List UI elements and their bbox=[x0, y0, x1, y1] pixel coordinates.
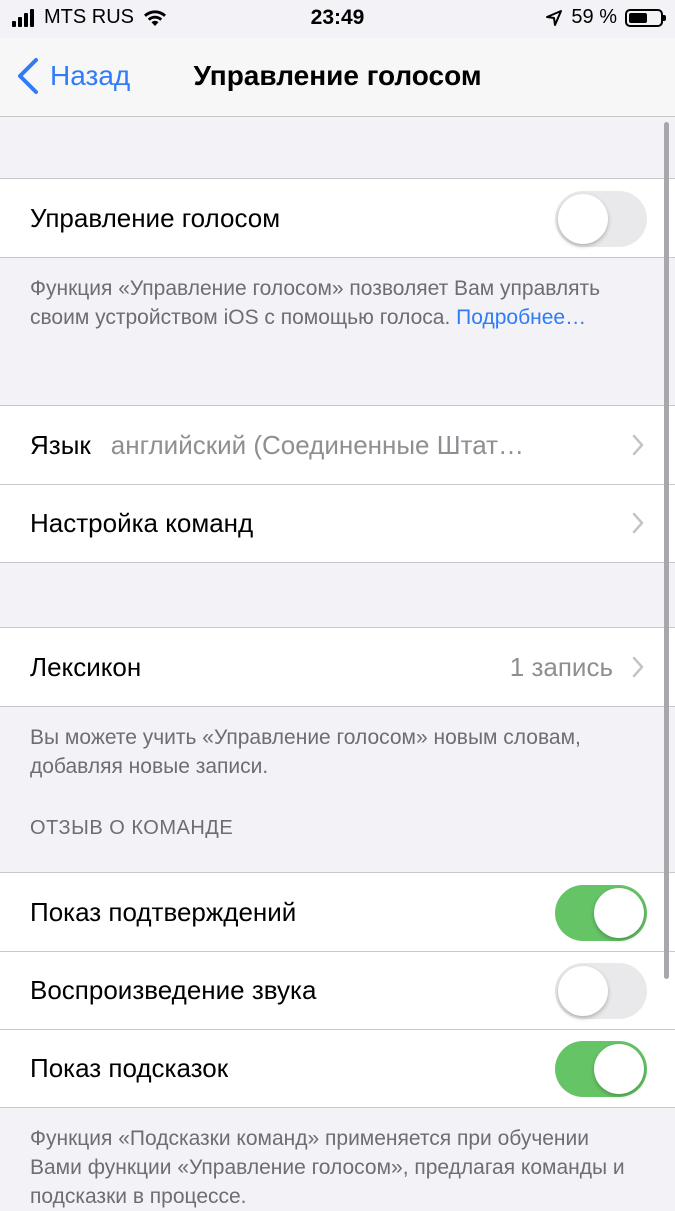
customize-commands-row[interactable]: Настройка команд bbox=[0, 484, 675, 562]
feedback-section-header: ОТЗЫВ О КОМАНДЕ bbox=[30, 817, 234, 839]
language-commands-group: Язык английский (Соединенные Штат… Настр… bbox=[0, 405, 675, 563]
chevron-right-icon bbox=[632, 656, 644, 678]
voice-control-description: Функция «Управление голосом» позволяет В… bbox=[0, 258, 675, 389]
toggle-knob bbox=[594, 888, 644, 938]
feedback-group: Показ подтверждений Воспроизведение звук… bbox=[0, 872, 675, 1108]
play-sound-row: Воспроизведение звука bbox=[0, 951, 675, 1029]
page-title-text: Управление голосом bbox=[193, 60, 482, 91]
play-sound-label: Воспроизведение звука bbox=[30, 974, 317, 1005]
play-sound-toggle[interactable] bbox=[555, 963, 647, 1019]
show-hints-label: Показ подсказок bbox=[30, 1052, 229, 1083]
voice-control-toggle[interactable] bbox=[555, 191, 647, 247]
language-label: Язык bbox=[30, 429, 91, 460]
battery-icon bbox=[625, 8, 666, 27]
vocabulary-label: Лексикон bbox=[30, 651, 142, 682]
customize-commands-label: Настройка команд bbox=[30, 507, 254, 538]
show-confirmation-row: Показ подтверждений bbox=[0, 873, 675, 951]
show-confirmation-toggle[interactable] bbox=[555, 885, 647, 941]
vocabulary-description: Вы можете учить «Управление голосом» нов… bbox=[0, 707, 675, 817]
voice-control-group: Управление голосом bbox=[0, 178, 675, 258]
chevron-right-icon bbox=[632, 434, 644, 456]
navigation-bar: Назад Управление голосом bbox=[0, 38, 675, 117]
toggle-knob bbox=[558, 194, 608, 244]
voice-control-row: Управление голосом bbox=[0, 179, 675, 257]
language-value: английский (Соединенные Штат… bbox=[110, 429, 524, 460]
show-hints-toggle[interactable] bbox=[555, 1041, 647, 1097]
vocabulary-description-text: Вы можете учить «Управление голосом» нов… bbox=[30, 726, 581, 778]
vocabulary-value: 1 запись bbox=[509, 651, 613, 682]
vocabulary-group: Лексикон 1 запись bbox=[0, 627, 675, 707]
status-right: 59 % bbox=[545, 6, 666, 29]
battery-fill bbox=[629, 12, 647, 23]
toggle-knob bbox=[558, 966, 608, 1016]
settings-content: Управление голосом Функция «Управление г… bbox=[0, 117, 675, 1211]
show-confirmation-label: Показ подтверждений bbox=[30, 896, 297, 927]
hints-description-text: Функция «Подсказки команд» применяется п… bbox=[30, 1127, 625, 1208]
status-bar: MTS RUS 23:49 59 % bbox=[0, 0, 675, 38]
scrollbar[interactable] bbox=[664, 122, 669, 979]
voice-control-label: Управление голосом bbox=[30, 202, 281, 233]
vocabulary-row[interactable]: Лексикон 1 запись bbox=[0, 628, 675, 706]
location-arrow-icon bbox=[546, 9, 563, 26]
language-row[interactable]: Язык английский (Соединенные Штат… bbox=[0, 406, 675, 484]
toggle-knob bbox=[594, 1044, 644, 1094]
show-hints-row: Показ подсказок bbox=[0, 1029, 675, 1107]
chevron-right-icon bbox=[632, 512, 644, 534]
learn-more-link[interactable]: Подробнее… bbox=[456, 306, 586, 329]
page-title: Управление голосом bbox=[0, 60, 675, 92]
hints-description: Функция «Подсказки команд» применяется п… bbox=[0, 1108, 675, 1211]
battery-percent: 59 % bbox=[571, 6, 617, 28]
